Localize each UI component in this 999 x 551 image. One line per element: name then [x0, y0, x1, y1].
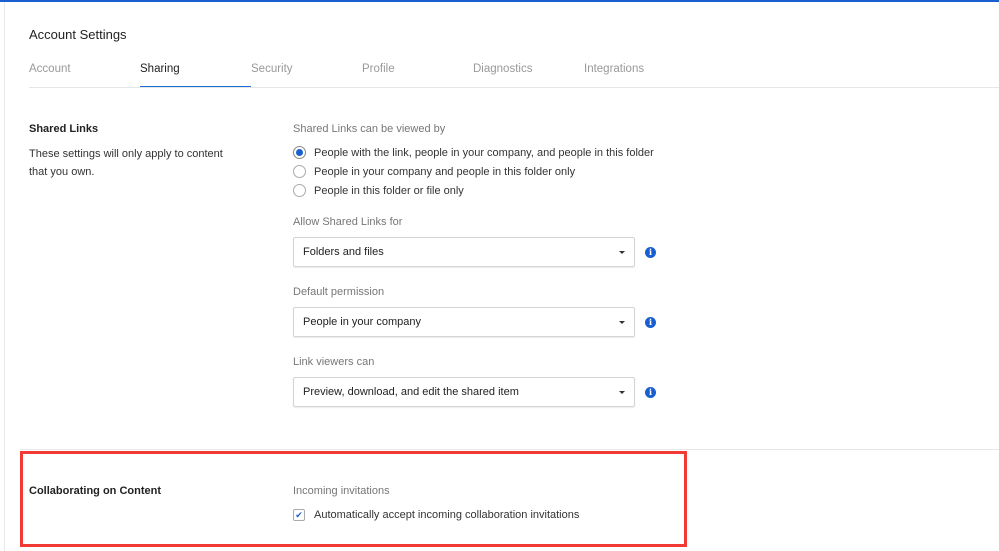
allow-links-select[interactable]: Folders and files: [293, 237, 635, 267]
checkbox-label: Automatically accept incoming collaborat…: [314, 509, 580, 521]
viewed-by-label: Shared Links can be viewed by: [293, 123, 446, 135]
collaborating-heading: Collaborating on Content: [29, 485, 161, 497]
radio-folder-file-only[interactable]: People in this folder or file only: [293, 184, 464, 197]
tab-security[interactable]: Security: [251, 63, 362, 88]
radio-company-folder[interactable]: People in your company and people in thi…: [293, 165, 575, 178]
caret-down-icon: [619, 250, 625, 254]
link-viewers-label: Link viewers can: [293, 356, 375, 368]
tab-integrations[interactable]: Integrations: [584, 63, 695, 88]
caret-down-icon: [619, 320, 625, 324]
checkmark-icon: ✔: [293, 509, 305, 521]
radio-label: People in this folder or file only: [314, 184, 464, 197]
shared-links-description: These settings will only apply to conten…: [29, 148, 223, 178]
allow-links-label: Allow Shared Links for: [293, 216, 403, 228]
tabs-divider: [29, 87, 999, 88]
left-border: [4, 2, 5, 551]
default-permission-select[interactable]: People in your company: [293, 307, 635, 337]
radio-unselected-icon: [293, 184, 306, 197]
tab-profile[interactable]: Profile: [362, 63, 473, 88]
info-icon[interactable]: i: [645, 317, 656, 328]
select-value: Preview, download, and edit the shared i…: [303, 386, 519, 398]
select-value: People in your company: [303, 316, 422, 328]
default-permission-label: Default permission: [293, 286, 385, 298]
page-title: Account Settings: [29, 27, 127, 42]
tab-sharing[interactable]: Sharing: [140, 63, 251, 88]
auto-accept-checkbox[interactable]: ✔ Automatically accept incoming collabora…: [293, 509, 579, 521]
radio-unselected-icon: [293, 165, 306, 178]
info-icon[interactable]: i: [645, 387, 656, 398]
highlight-box: [20, 451, 687, 547]
radio-label: People in your company and people in thi…: [314, 165, 576, 178]
section-divider: [20, 449, 999, 450]
select-value: Folders and files: [303, 246, 384, 258]
radio-link-company-folder[interactable]: People with the link, people in your com…: [293, 146, 654, 159]
top-accent-bar: [0, 0, 999, 2]
link-viewers-select[interactable]: Preview, download, and edit the shared i…: [293, 377, 635, 407]
shared-links-heading: Shared Links: [29, 123, 99, 135]
info-icon[interactable]: i: [645, 247, 656, 258]
tab-account[interactable]: Account: [29, 63, 140, 88]
caret-down-icon: [619, 390, 625, 394]
radio-selected-icon: [293, 146, 306, 159]
incoming-invitations-label: Incoming invitations: [293, 485, 390, 497]
radio-label: People with the link, people in your com…: [314, 146, 654, 159]
tab-diagnostics[interactable]: Diagnostics: [473, 63, 584, 88]
